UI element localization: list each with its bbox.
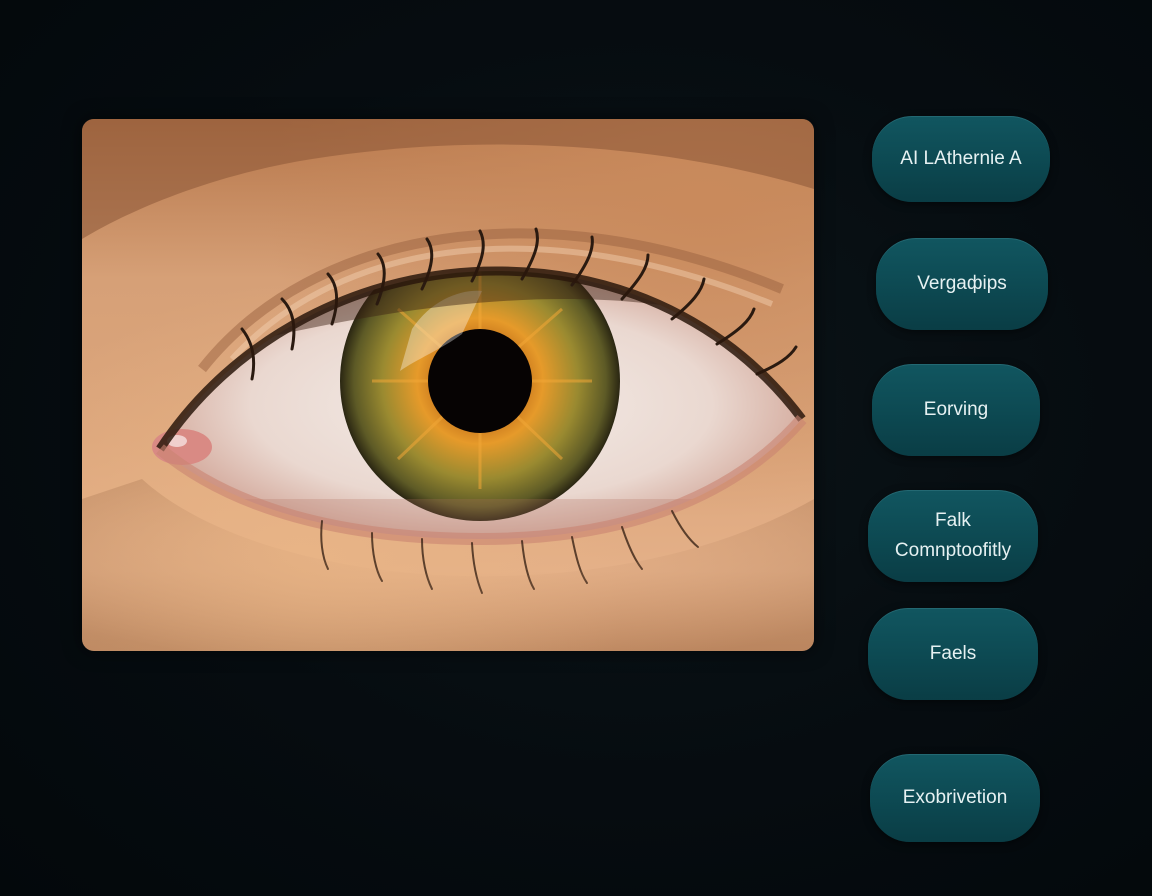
menu-item-5-label: Faels: [929, 643, 977, 664]
menu-item-4[interactable]: Falk Comnptoofitly: [868, 490, 1038, 582]
menu-item-3[interactable]: Eorving: [872, 364, 1040, 456]
menu-item-6-label: Exobrivetion: [902, 787, 1008, 808]
menu-item-2-label: Vergaфips: [917, 273, 1007, 294]
menu-item-2[interactable]: Vergaфips: [876, 238, 1048, 330]
menu-item-1[interactable]: AI LAthernie A: [872, 116, 1050, 202]
menu-item-6[interactable]: Exobrivetion: [870, 754, 1040, 842]
menu-item-1-label: AI LAthernie A: [900, 148, 1022, 169]
eye-illustration: [82, 119, 814, 651]
menu-item-4-label: Falk Comnptoofitly: [894, 510, 1012, 561]
eye-photo: [82, 119, 814, 651]
menu-item-5[interactable]: Faels: [868, 608, 1038, 700]
menu-item-3-label: Eorving: [923, 399, 989, 420]
screen: AI LAthernie A Vergaфips Eorving Falk Co…: [0, 0, 1152, 896]
